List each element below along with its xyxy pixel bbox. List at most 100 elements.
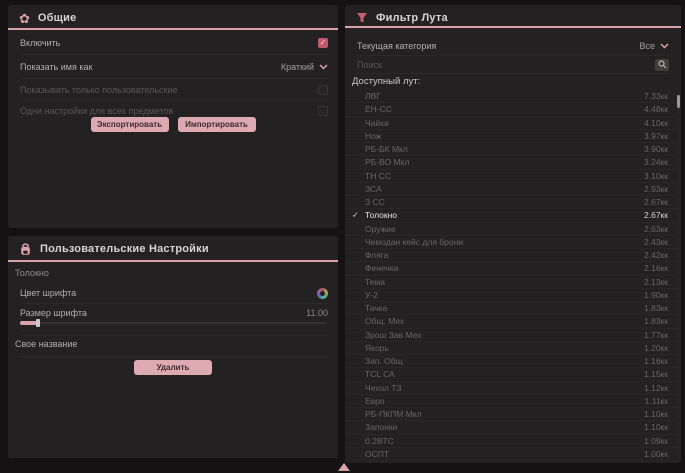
item-name: Зрош Зав Мех [365,330,644,340]
item-name: У-2 [365,290,644,300]
accent-divider [8,28,338,30]
item-name: Нож [365,131,644,141]
list-item[interactable]: Чайка4.10кк [345,117,676,130]
same-settings-checkbox[interactable] [318,106,328,116]
list-item[interactable]: Евро1.11кк [345,395,676,408]
list-item[interactable]: РБ-БК Мкл3.90кк [345,143,676,156]
list-item[interactable]: ЕН-СС4.48кк [345,103,676,116]
collapse-arrow-icon[interactable] [338,463,350,471]
item-name: ЕН-СС [365,104,644,114]
check-icon: ✓ [352,211,359,220]
list-item[interactable]: Тема2.13кк [345,276,676,289]
list-item[interactable]: У-21.90кк [345,289,676,302]
accent-divider [345,26,681,28]
only-custom-checkbox[interactable] [318,85,328,95]
item-value: 1.77кк [644,330,668,340]
item-name: Фенечка [365,263,644,273]
category-dropdown[interactable]: Все [639,41,669,51]
list-item[interactable]: ТН СС3.10кк [345,170,676,183]
item-name: Евро [365,396,645,406]
delete-button[interactable]: Удалить [134,360,212,375]
item-value: 1.83кк [644,316,668,326]
slider-fill [20,321,37,325]
name-mode-dropdown[interactable]: Краткий [281,62,328,72]
accent-divider [8,260,338,262]
funnel-icon [356,12,368,24]
item-name: Тема [365,277,644,287]
item-value: 1.00кк [644,449,668,459]
divider [20,303,328,304]
name-mode-value: Краткий [281,62,314,72]
item-value: 2.93кк [644,184,668,194]
list-item[interactable]: Фенечка2.16кк [345,262,676,275]
list-item[interactable]: Нож3.97кк [345,130,676,143]
search-icon[interactable] [655,59,669,71]
item-value: 4.48кк [644,104,668,114]
panel-user-settings: Пользовательские Настройки Толокно Цвет … [8,236,338,458]
list-item[interactable]: Чемодан кейс для брони2.43кк [345,236,676,249]
gear-icon: ✿ [19,12,30,25]
list-item[interactable]: ТСL СА1.15кк [345,368,676,381]
item-value: 2.67кк [644,210,668,220]
scrollbar-thumb[interactable] [677,95,680,108]
item-value: 1.11кк [645,396,668,406]
item-value: 1.09кк [644,436,668,446]
list-item[interactable]: Оружие2.63кк [345,223,676,236]
item-name: ЗСА [365,184,644,194]
item-value: 1.10кк [644,422,668,432]
list-item[interactable]: Тачка1.83кк [345,302,676,315]
item-name: З СС [365,197,644,207]
item-name: Общ. Мех [365,316,644,326]
item-value: 2.16кк [644,263,668,273]
font-size-slider[interactable] [20,319,326,327]
font-size-label: Размер шрифта [20,308,87,318]
item-value: 1.20кк [644,343,668,353]
item-name: ЛВГ [365,91,644,101]
slider-thumb[interactable] [36,319,40,327]
item-name: Чехол ТЗ [365,383,644,393]
list-item[interactable]: РБ-ПКПМ Мкл1.10кк [345,408,676,421]
check-icon: ✓ [320,39,327,47]
item-value: 2.43кк [644,237,668,247]
list-item[interactable]: Общ. Мех1.83кк [345,315,676,328]
list-item[interactable]: ЗСА2.93кк [345,183,676,196]
panel-title: Общие [38,12,77,24]
item-name: Тачка [365,303,644,313]
import-button[interactable]: Импортировать [178,117,256,132]
list-item[interactable]: ✓Толокно2.67кк [345,209,676,222]
app-window: ✿ Общие Включить ✓ Показать имя как Крат… [0,0,685,473]
list-item[interactable]: Якорь1.20кк [345,342,676,355]
item-value: 3.97кк [644,131,668,141]
panel-loot-header: Фильтр Лута [345,5,681,28]
enable-checkbox[interactable]: ✓ [318,38,328,48]
same-settings-label: Одни настройки для всех предметов [20,106,173,116]
custom-name-field[interactable]: Свое название [15,339,328,353]
panel-general: ✿ Общие Включить ✓ Показать имя как Крат… [8,5,338,228]
list-item[interactable]: ОСПТ1.00кк [345,448,676,461]
slider-track [20,322,326,324]
search-row [357,56,669,74]
search-input[interactable] [357,60,655,70]
list-item[interactable]: РБ-ВО Мкл3.24кк [345,156,676,169]
list-item[interactable]: З СС2.67кк [345,196,676,209]
list-item[interactable]: Чехол ТЗ1.12кк [345,382,676,395]
list-item[interactable]: 0.2BTC1.09кк [345,435,676,448]
font-size-value: 11.00 [306,308,328,318]
export-button[interactable]: Экспортировать [91,117,169,132]
list-item[interactable]: Фляга2.42кк [345,249,676,262]
item-name: ТН СС [365,171,644,181]
item-name: Оружие [365,224,644,234]
font-color-label: Цвет шрифта [20,288,76,298]
item-value: 1.90кк [644,290,668,300]
list-item[interactable]: Зап. Общ1.16кк [345,355,676,368]
font-color-row: Цвет шрифта [20,286,328,300]
list-item[interactable]: Зрош Зав Мех1.77кк [345,329,676,342]
item-name: Запонки [365,422,644,432]
item-name: Зап. Общ [365,356,644,366]
item-name: Чемодан кейс для брони [365,237,644,247]
item-value: 1.16кк [644,356,668,366]
scrollbar[interactable] [677,92,680,459]
list-item[interactable]: Запонки1.10кк [345,421,676,434]
list-item[interactable]: ЛВГ7.33кк [345,90,676,103]
color-wheel-icon[interactable] [317,288,328,299]
